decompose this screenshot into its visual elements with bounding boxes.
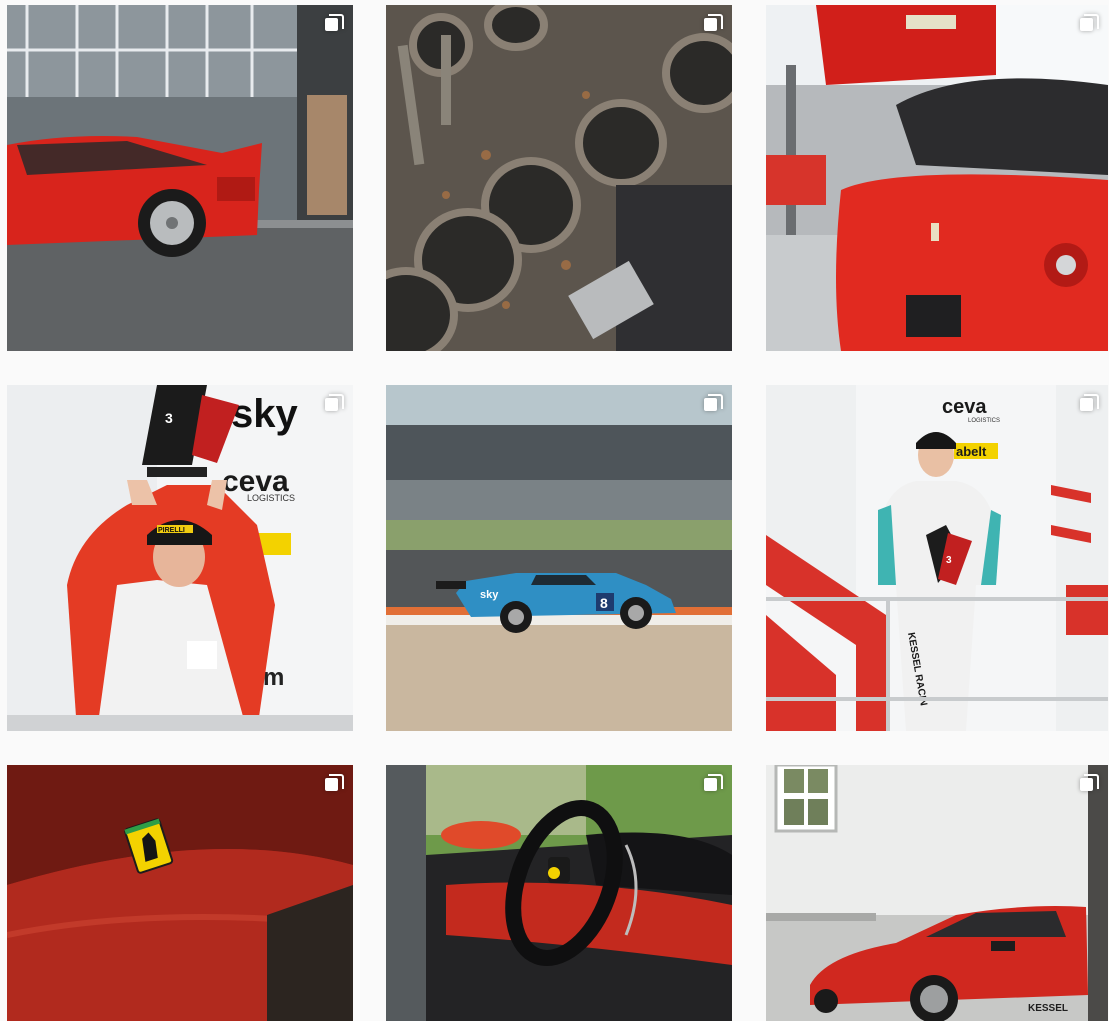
carousel-icon (1078, 393, 1100, 415)
banner-abelt: abelt (956, 444, 987, 459)
banner-logistics: LOGISTICS (247, 493, 295, 503)
post-image-driver-trophy: sky ceva LOGISTICS orm 3 PIRELLI (7, 385, 353, 731)
post-tile-3[interactable] (766, 5, 1108, 351)
post-tile-1[interactable] (7, 5, 353, 351)
carousel-icon (702, 773, 724, 795)
banner-sky: sky (231, 392, 298, 436)
banner-ceva: ceva (942, 396, 987, 418)
carousel-icon (702, 393, 724, 415)
carousel-icon (323, 773, 345, 795)
car-sponsor: sky (480, 589, 499, 601)
cap-pirelli: PIRELLI (158, 527, 185, 534)
post-tile-2[interactable] (386, 5, 732, 351)
post-image-race-car: 8 sky (386, 385, 732, 731)
plate-text: KESSEL (1028, 1003, 1068, 1014)
post-tile-8[interactable] (386, 765, 732, 1021)
post-image-interior (386, 765, 732, 1021)
post-tile-9[interactable]: KESSEL (766, 765, 1108, 1021)
carousel-icon (1078, 773, 1100, 795)
post-image-f40 (7, 5, 353, 351)
carousel-icon (702, 13, 724, 35)
post-image-engine (386, 5, 732, 351)
post-image-kessel-driver: ceva LOGISTICS abelt 3 KESSEL RACIN (766, 385, 1108, 731)
carousel-icon (323, 13, 345, 35)
car-number: 8 (600, 595, 608, 611)
post-image-workshop (766, 5, 1108, 351)
trophy-number: 3 (165, 410, 173, 426)
post-grid: sky ceva LOGISTICS orm 3 PIRELLI (0, 0, 1109, 1021)
post-image-ferrari-building: KESSEL (766, 765, 1108, 1021)
post-image-hood-badge (7, 765, 353, 1021)
carousel-icon (323, 393, 345, 415)
post-tile-5[interactable]: 8 sky (386, 385, 732, 731)
carousel-icon (1078, 13, 1100, 35)
banner-logistics: LOGISTICS (968, 418, 1000, 424)
trophy-number: 3 (946, 555, 952, 566)
post-tile-4[interactable]: sky ceva LOGISTICS orm 3 PIRELLI (7, 385, 353, 731)
post-tile-6[interactable]: ceva LOGISTICS abelt 3 KESSEL RACIN (766, 385, 1108, 731)
post-tile-7[interactable] (7, 765, 353, 1021)
